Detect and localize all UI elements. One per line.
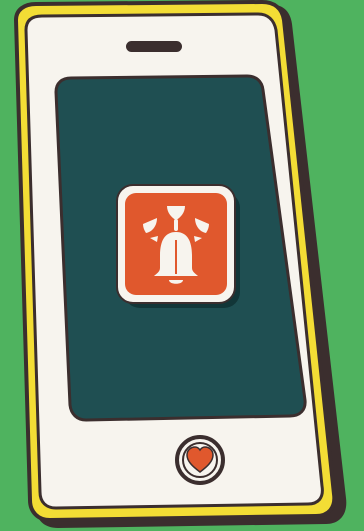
bell-stem <box>174 219 178 231</box>
phone-illustration <box>0 0 364 531</box>
speaker-slot <box>126 41 182 52</box>
illustration-scene <box>0 0 364 531</box>
home-button[interactable] <box>175 435 225 485</box>
phone <box>13 0 347 528</box>
notification-app-icon[interactable] <box>116 184 240 308</box>
